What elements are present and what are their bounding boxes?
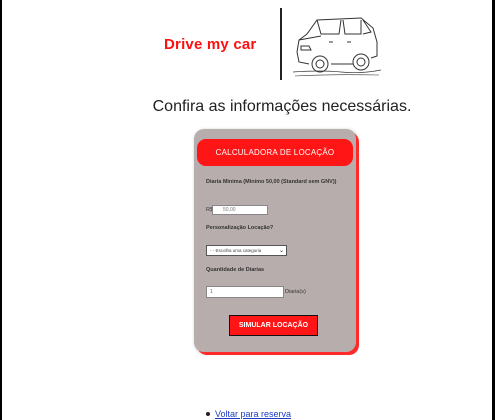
chevron-down-icon: ⌄ [278,248,284,254]
quantity-label: Quantidade de Diarias [206,267,265,273]
window-left-edge [0,0,2,420]
category-select-value: - - Escolha uma categoria [210,248,262,253]
quantity-input[interactable]: 1 [206,286,284,298]
calculator-title: CALCULADORA DE LOCAÇÃO [197,139,353,166]
customization-label: Personalização Locação? [206,225,274,231]
brand-divider [280,8,282,80]
page-subtitle: Confira as informações necessárias. [152,98,412,115]
rental-calculator-card: CALCULADORA DE LOCAÇÃO Diaria Minima (Mi… [194,129,356,352]
simulate-rental-button[interactable]: SIMULAR LOCAÇÃO [229,315,318,336]
quantity-suffix: Diaria(s) [285,289,306,295]
list-bullet [206,412,210,416]
back-to-reservation-link[interactable]: Voltar para reserva [215,409,291,419]
category-select[interactable]: - - Escolha uma categoria ⌄ [206,245,287,256]
car-icon [292,17,382,77]
daily-value-input[interactable]: 50,00 [212,205,268,215]
brand-name: Drive my car [164,36,257,53]
daily-minimum-label: Diaria Minima (Minimo 50,00 (Standard se… [206,179,337,185]
